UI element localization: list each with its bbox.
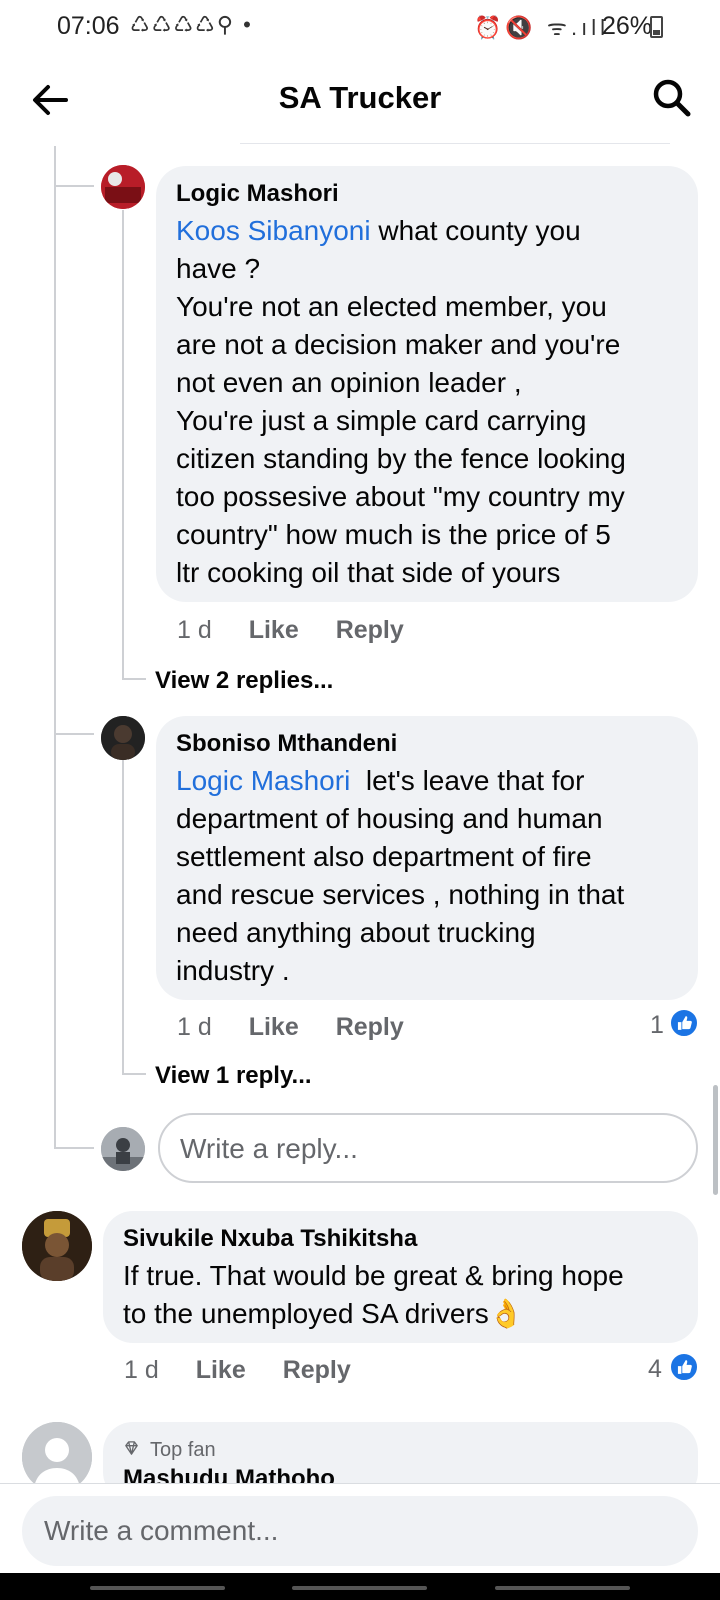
comment-author[interactable]: Sivukile Nxuba Tshikitsha (123, 1225, 417, 1253)
like-count: 1 (650, 1011, 664, 1039)
avatar[interactable] (22, 1422, 92, 1492)
my-avatar (101, 1127, 145, 1171)
reply-button[interactable]: Reply (336, 1013, 404, 1041)
diamond-icon (125, 1441, 138, 1455)
thread-line (122, 1073, 146, 1075)
comment-input[interactable]: Write a comment... (22, 1496, 698, 1566)
like-button[interactable]: Like (249, 616, 299, 644)
avatar[interactable] (101, 165, 145, 209)
reply-placeholder: Write a reply... (180, 1133, 358, 1164)
mention-link[interactable]: Koos Sibanyoni (176, 215, 371, 246)
page-title: SA Trucker (278, 80, 442, 115)
thumbs-up-icon[interactable] (669, 1008, 699, 1038)
avatar[interactable] (101, 716, 145, 760)
comment-actions: 1 d Like Reply (177, 616, 434, 645)
thread-line (122, 678, 146, 680)
scrollbar-thumb[interactable] (713, 1085, 718, 1195)
comment-time: 1 d (177, 616, 212, 644)
mention-link[interactable]: Logic Mashori (176, 765, 350, 796)
notification-icons: ♺♺♺♺⚲ • (130, 12, 253, 37)
nav-home-button[interactable] (292, 1586, 427, 1590)
comment-body: what county you have ? You're not an ele… (176, 215, 626, 588)
thread-line (122, 758, 124, 1074)
comment-text: Logic Mashori let's leave that for depar… (176, 762, 686, 990)
view-replies-link[interactable]: View 2 replies... (155, 667, 333, 695)
thread-line (54, 733, 94, 735)
comment-body: let's leave that for department of housi… (176, 765, 625, 986)
comment-composer-bar: Write a comment... (0, 1483, 720, 1573)
system-status-icons: ⏰🔇 ᯤ.ıll (474, 15, 609, 40)
thread-line (54, 185, 94, 187)
comment-time: 1 d (177, 1013, 212, 1041)
avatar[interactable] (22, 1211, 92, 1281)
comment-time: 1 d (124, 1356, 159, 1384)
like-count: 4 (648, 1355, 662, 1383)
like-button[interactable]: Like (196, 1356, 246, 1384)
comment-actions: 1 d Like Reply (177, 1013, 434, 1042)
comment-actions: 1 d Like Reply (124, 1356, 381, 1385)
view-replies-link[interactable]: View 1 reply... (155, 1062, 312, 1090)
system-nav-bar (0, 1573, 720, 1600)
top-fan-badge: Top fan (150, 1439, 216, 1461)
status-time: 07:06 (57, 12, 120, 40)
search-icon[interactable] (650, 76, 692, 118)
comment-author[interactable]: Logic Mashori (176, 180, 339, 208)
app-header: SA Trucker (0, 60, 720, 140)
reply-button[interactable]: Reply (336, 616, 404, 644)
comment-text: If true. That would be great & bring hop… (123, 1260, 624, 1329)
comment-author[interactable]: Sboniso Mthandeni (176, 730, 397, 758)
comment-text: Koos Sibanyoni what county you have ? Yo… (176, 212, 686, 592)
like-button[interactable]: Like (249, 1013, 299, 1041)
battery-icon (650, 16, 663, 38)
thread-line (122, 210, 124, 680)
reply-button[interactable]: Reply (283, 1356, 351, 1384)
thread-line (54, 1147, 94, 1149)
thumbs-up-icon[interactable] (669, 1352, 699, 1382)
nav-back-button[interactable] (495, 1586, 630, 1590)
divider (240, 143, 670, 144)
thread-line (54, 146, 56, 1149)
battery-percent: 26% (601, 12, 652, 40)
reply-input[interactable]: Write a reply... (158, 1113, 698, 1183)
status-bar: 07:06 ♺♺♺♺⚲ • ⏰🔇 ᯤ.ıll 26% (0, 0, 720, 52)
comment-placeholder: Write a comment... (44, 1515, 279, 1546)
nav-recents-button[interactable] (90, 1586, 225, 1590)
